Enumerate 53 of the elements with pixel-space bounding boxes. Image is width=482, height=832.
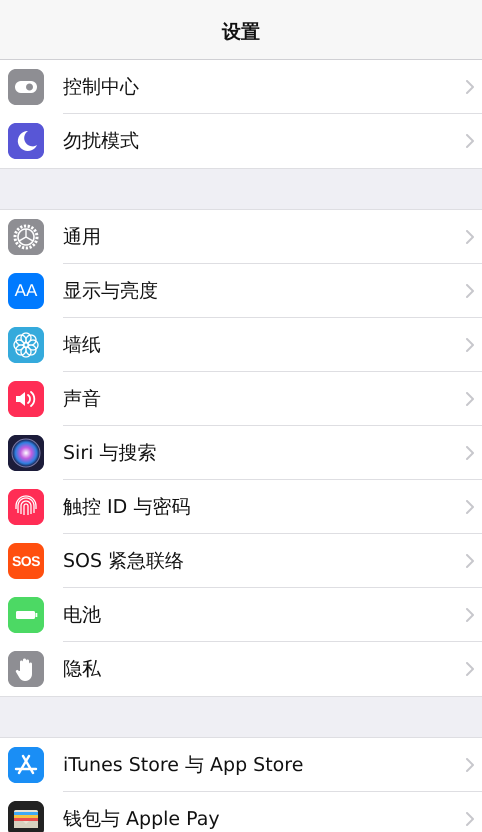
wallet-icon	[8, 801, 44, 832]
row-label: 触控 ID 与密码	[63, 494, 192, 520]
siri-icon	[8, 435, 44, 471]
row-label: 墙纸	[63, 332, 102, 358]
row-label: 电池	[63, 602, 102, 628]
chevron-icon	[466, 662, 474, 676]
row-label: 显示与亮度	[63, 278, 159, 304]
row-label: 通用	[63, 224, 102, 250]
settings-row[interactable]: AA 显示与亮度	[0, 264, 482, 318]
chevron-icon	[466, 608, 474, 622]
settings-row[interactable]: 通用	[0, 210, 482, 264]
sos-icon: SOS	[8, 543, 44, 579]
hand-icon	[8, 651, 44, 687]
flower-icon	[8, 327, 44, 363]
chevron-icon	[466, 80, 474, 94]
settings-icon	[8, 219, 44, 255]
row-label: 隐私	[63, 657, 102, 682]
battery-icon	[8, 597, 44, 633]
chevron-icon	[466, 392, 474, 406]
settings-row[interactable]: 触控 ID 与密码	[0, 480, 482, 534]
chevron-icon	[466, 446, 474, 460]
settings-row[interactable]: SOS SOS 紧急联络	[0, 534, 482, 588]
settings-row[interactable]: 电池	[0, 588, 482, 642]
fingerprint-icon	[8, 489, 44, 525]
chevron-icon	[466, 230, 474, 244]
chevron-icon	[466, 284, 474, 298]
chevron-icon	[466, 134, 474, 148]
settings-row[interactable]: iTunes Store 与 App Store	[0, 738, 482, 792]
settings-row[interactable]: 隐私	[0, 642, 482, 696]
row-label: Siri 与搜索	[63, 440, 158, 466]
app-store-icon	[8, 747, 44, 783]
row-label: iTunes Store 与 App Store	[63, 752, 304, 778]
speaker-icon	[8, 381, 44, 417]
chevron-icon	[466, 812, 474, 826]
toggle-icon	[8, 69, 44, 105]
settings-row[interactable]: 钱包与 Apple Pay	[0, 792, 482, 832]
settings-row[interactable]: Siri 与搜索	[0, 426, 482, 480]
chevron-icon	[466, 554, 474, 568]
row-label: 声音	[63, 386, 102, 412]
text-size-icon: AA	[8, 273, 44, 309]
settings-row[interactable]: 控制中心	[0, 60, 482, 114]
chevron-icon	[466, 758, 474, 772]
moon-icon	[8, 123, 44, 159]
row-label: 控制中心	[63, 74, 140, 100]
row-label: SOS 紧急联络	[63, 548, 186, 574]
row-label: 勿扰模式	[63, 129, 140, 154]
chevron-icon	[466, 338, 474, 352]
settings-row[interactable]: 墙纸	[0, 318, 482, 372]
row-label: 钱包与 Apple Pay	[63, 807, 221, 832]
settings-row[interactable]: 勿扰模式	[0, 114, 482, 168]
screen-title: 设置	[222, 20, 260, 45]
settings-row[interactable]: 声音	[0, 372, 482, 426]
chevron-icon	[466, 500, 474, 514]
